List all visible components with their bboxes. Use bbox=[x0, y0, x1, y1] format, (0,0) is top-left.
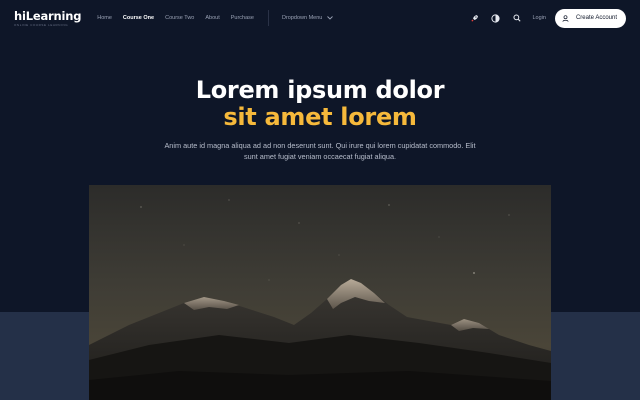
create-account-label: Create Account bbox=[575, 15, 617, 21]
hero-subtitle: Anim aute id magna aliqua ad ad non dese… bbox=[164, 141, 476, 161]
top-nav: hiLearning ONLINE COURSE LEARNING Home C… bbox=[0, 0, 640, 36]
search-button[interactable] bbox=[510, 11, 524, 25]
rocket-icon bbox=[471, 14, 478, 22]
nav-right: Login Create Account bbox=[461, 8, 626, 28]
mountain-night-image bbox=[89, 185, 551, 400]
chevron-down-icon bbox=[327, 16, 334, 20]
nav-link-about[interactable]: About bbox=[205, 15, 219, 21]
brand-name: hiLearning bbox=[14, 8, 82, 23]
brand-logo[interactable]: hiLearning ONLINE COURSE LEARNING bbox=[14, 10, 81, 27]
nav-link-purchase[interactable]: Purchase bbox=[231, 15, 254, 21]
login-link[interactable]: Login bbox=[533, 15, 546, 21]
user-icon bbox=[562, 14, 569, 22]
nav-link-home[interactable]: Home bbox=[97, 15, 112, 21]
create-account-button[interactable]: Create Account bbox=[554, 8, 626, 28]
hero-title-line2: sit amet lorem bbox=[223, 103, 417, 131]
nav-divider bbox=[267, 10, 269, 26]
nav-links: Home Course One Course Two About Purchas… bbox=[97, 10, 334, 26]
hero-title-line1: Lorem ipsum dolor bbox=[195, 76, 445, 104]
brand-tagline: ONLINE COURSE LEARNING bbox=[14, 22, 69, 27]
nav-link-course-one[interactable]: Course One bbox=[123, 15, 154, 21]
dropdown-menu[interactable]: Dropdown Menu bbox=[281, 15, 334, 21]
rocket-button[interactable] bbox=[468, 11, 482, 25]
contrast-icon bbox=[491, 13, 500, 23]
theme-toggle[interactable] bbox=[489, 11, 503, 25]
hero-image bbox=[89, 185, 551, 400]
search-icon bbox=[512, 14, 521, 22]
dropdown-label: Dropdown Menu bbox=[281, 15, 323, 21]
nav-link-course-two[interactable]: Course Two bbox=[165, 15, 194, 21]
